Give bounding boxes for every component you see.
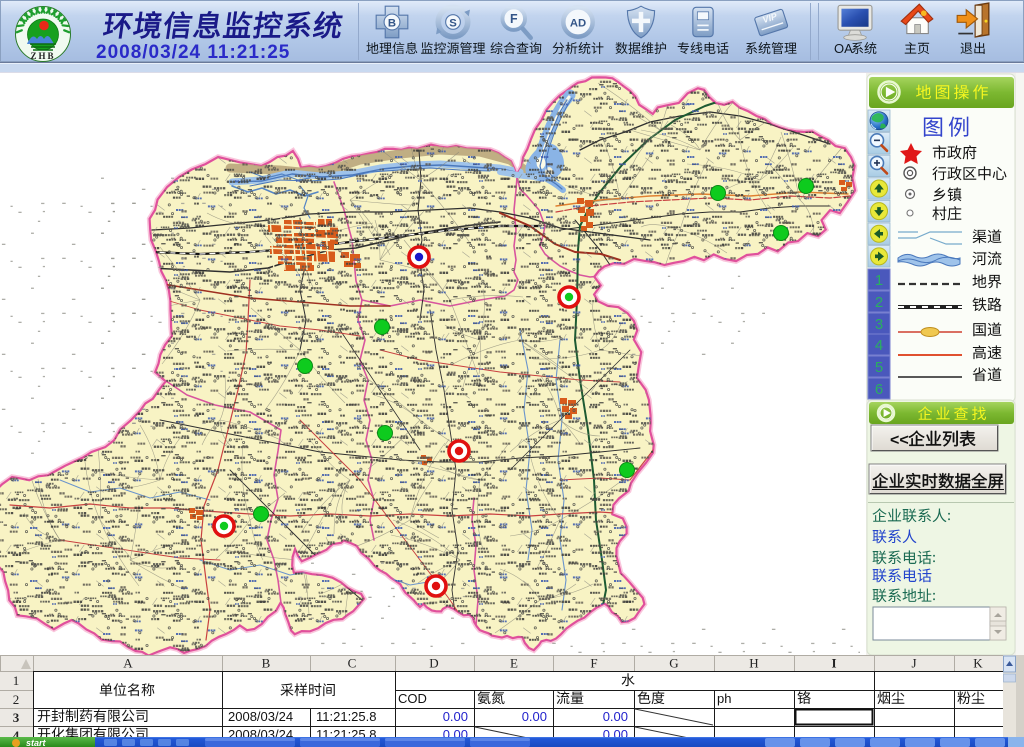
svg-text:D: D [429, 656, 438, 671]
svg-text:F: F [510, 12, 518, 26]
svg-text:5: 5 [875, 359, 883, 376]
svg-text:1: 1 [13, 673, 20, 688]
svg-text:0.00: 0.00 [522, 709, 547, 724]
svg-text:ZHB: ZHB [30, 51, 55, 61]
svg-text:K: K [973, 656, 983, 671]
svg-text:0.00: 0.00 [603, 709, 628, 724]
svg-text:6: 6 [875, 381, 883, 398]
svg-text:S: S [449, 18, 457, 30]
svg-text:I: I [831, 656, 836, 671]
svg-text:11:21:25.8: 11:21:25.8 [316, 709, 376, 724]
svg-text:<<: << [890, 432, 909, 449]
svg-text:C: C [348, 656, 357, 671]
svg-text:start: start [26, 738, 47, 747]
svg-text:H: H [749, 656, 758, 671]
svg-text:F: F [590, 656, 597, 671]
svg-text:B: B [388, 18, 396, 30]
svg-text:2008/03/24: 2008/03/24 [228, 709, 293, 724]
svg-text:OA: OA [834, 41, 853, 56]
svg-text:2: 2 [13, 692, 20, 707]
svg-text:COD: COD [398, 691, 427, 706]
svg-text:B: B [262, 656, 271, 671]
svg-text:A: A [123, 656, 133, 671]
svg-text:1: 1 [875, 272, 883, 289]
svg-text:3: 3 [875, 316, 883, 333]
svg-text:2: 2 [875, 294, 883, 311]
svg-text:2008/03/24 11:21:25: 2008/03/24 11:21:25 [96, 42, 290, 63]
svg-text:G: G [669, 656, 678, 671]
svg-text:3: 3 [13, 710, 20, 725]
svg-text:AD: AD [570, 18, 586, 30]
svg-text:J: J [911, 656, 916, 671]
svg-text:ph: ph [717, 691, 731, 706]
svg-text:E: E [510, 656, 518, 671]
svg-text:4: 4 [875, 337, 883, 354]
svg-text:0.00: 0.00 [443, 709, 468, 724]
